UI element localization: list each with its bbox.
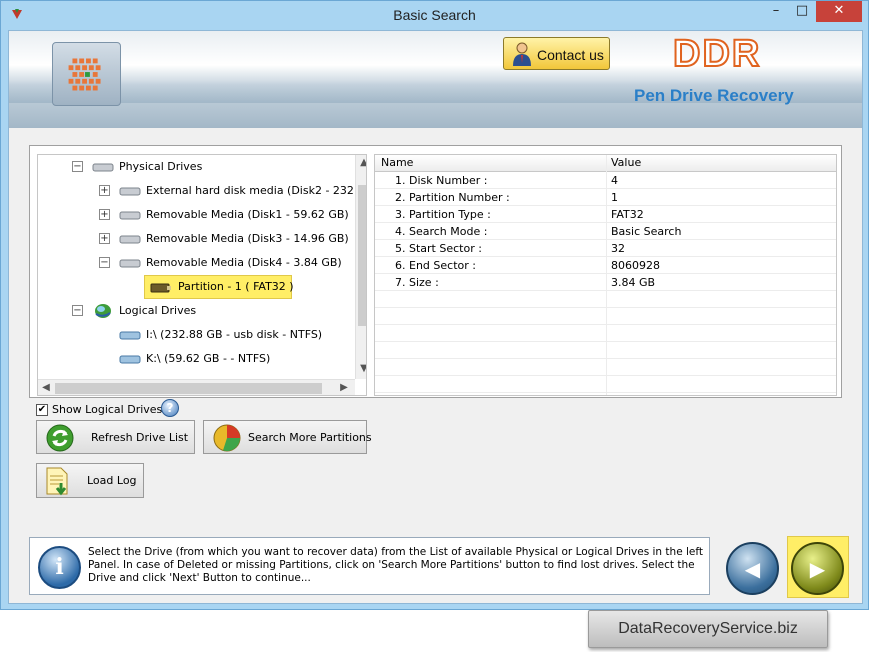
table-row-empty bbox=[375, 291, 836, 308]
search-more-partitions-button[interactable]: Search More Partitions bbox=[203, 420, 372, 454]
table-row: 3. Partition Type : FAT32 bbox=[375, 206, 836, 223]
table-row-empty bbox=[375, 342, 836, 359]
document-load-icon bbox=[46, 467, 68, 496]
client-area: Contact us DDR Pen Drive Recovery − Phys… bbox=[8, 30, 863, 604]
title-bar: Basic Search – □ ✕ bbox=[1, 1, 868, 30]
row-value: 8060928 bbox=[611, 259, 660, 272]
load-log-button[interactable]: Load Log bbox=[36, 463, 144, 498]
minimize-button[interactable]: – bbox=[763, 1, 789, 22]
hard-drive-icon bbox=[119, 235, 141, 244]
next-arrow-icon: ▶ bbox=[809, 557, 826, 581]
table-row: 1. Disk Number : 4 bbox=[375, 172, 836, 189]
row-name: 7. Size : bbox=[395, 276, 439, 289]
collapse-icon[interactable]: − bbox=[72, 305, 83, 316]
refresh-drive-list-button[interactable]: Refresh Drive List bbox=[36, 420, 195, 454]
hard-drive-icon bbox=[119, 259, 141, 268]
refresh-icon bbox=[46, 424, 74, 452]
row-name: 1. Disk Number : bbox=[395, 174, 488, 187]
drive-icon bbox=[119, 331, 141, 340]
website-banner: DataRecoveryService.biz bbox=[588, 610, 828, 648]
row-name: 3. Partition Type : bbox=[395, 208, 491, 221]
grid-logo-icon bbox=[52, 42, 121, 106]
collapse-icon[interactable]: − bbox=[72, 161, 83, 172]
refresh-drive-list-label: Refresh Drive List bbox=[91, 431, 189, 444]
row-name: 4. Search Mode : bbox=[395, 225, 488, 238]
instructions-text: Select the Drive (from which you want to… bbox=[88, 546, 703, 584]
hard-drive-icon bbox=[119, 187, 141, 196]
scroll-thumb[interactable] bbox=[55, 383, 322, 394]
scroll-left-icon[interactable]: ◀ bbox=[38, 382, 54, 393]
app-window: Basic Search – □ ✕ Contact us DDR Pen Dr… bbox=[0, 0, 869, 610]
website-label: DataRecoveryService.biz bbox=[618, 620, 798, 637]
maximize-button[interactable]: □ bbox=[789, 1, 815, 22]
row-value: Basic Search bbox=[611, 225, 682, 238]
collapse-icon[interactable]: − bbox=[99, 257, 110, 268]
drive-icon bbox=[119, 355, 141, 364]
expand-icon[interactable]: + bbox=[99, 209, 110, 220]
hard-drive-icon bbox=[119, 211, 141, 220]
contact-us-button[interactable]: Contact us bbox=[503, 37, 610, 70]
product-name: Pen Drive Recovery bbox=[634, 86, 794, 105]
row-value: 4 bbox=[611, 174, 618, 187]
tree-label: Partition - 1 ( FAT32 ) bbox=[178, 280, 294, 293]
table-row: 2. Partition Number : 1 bbox=[375, 189, 836, 206]
info-icon: i bbox=[38, 546, 81, 589]
tree-label: External hard disk media (Disk2 - 232.88… bbox=[146, 184, 367, 197]
tree-label: Removable Media (Disk3 - 14.96 GB) bbox=[146, 232, 349, 245]
expand-icon[interactable]: + bbox=[99, 233, 110, 244]
table-row: 5. Start Sector : 32 bbox=[375, 240, 836, 257]
row-value: FAT32 bbox=[611, 208, 644, 221]
back-button[interactable]: ◀ bbox=[726, 542, 779, 595]
pie-chart-icon bbox=[213, 424, 241, 452]
header-banner: Contact us DDR Pen Drive Recovery bbox=[9, 31, 862, 128]
tree-label: Logical Drives bbox=[119, 304, 197, 317]
tree-label: K:\ (59.62 GB - - NTFS) bbox=[146, 352, 271, 365]
tree-label: Removable Media (Disk1 - 59.62 GB) bbox=[146, 208, 349, 221]
row-value: 3.84 GB bbox=[611, 276, 656, 289]
back-arrow-icon: ◀ bbox=[744, 557, 761, 581]
row-name: 2. Partition Number : bbox=[395, 191, 510, 204]
contact-us-label: Contact us bbox=[537, 47, 604, 63]
tree-label: I:\ (232.88 GB - usb disk - NTFS) bbox=[146, 328, 323, 341]
instructions-panel: i Select the Drive (from which you want … bbox=[29, 537, 710, 595]
help-icon[interactable]: ? bbox=[161, 399, 179, 417]
column-header-name[interactable]: Name bbox=[381, 155, 413, 172]
tree-vertical-scrollbar[interactable]: ▲ ▼ bbox=[355, 155, 366, 379]
table-row-empty bbox=[375, 359, 836, 376]
close-button[interactable]: ✕ bbox=[816, 1, 862, 22]
scroll-thumb[interactable] bbox=[358, 185, 366, 326]
scroll-right-icon[interactable]: ▶ bbox=[336, 382, 352, 393]
table-row-empty bbox=[375, 325, 836, 342]
person-icon bbox=[513, 42, 531, 66]
row-value: 1 bbox=[611, 191, 618, 204]
expand-icon[interactable]: + bbox=[99, 185, 110, 196]
next-button[interactable]: ▶ bbox=[791, 542, 844, 595]
row-name: 6. End Sector : bbox=[395, 259, 476, 272]
table-row-empty bbox=[375, 308, 836, 325]
usb-drive-icon bbox=[150, 283, 171, 293]
tree-label: Physical Drives bbox=[119, 160, 203, 173]
table-row: 7. Size : 3.84 GB bbox=[375, 274, 836, 291]
tree-horizontal-scrollbar[interactable]: ◀ ▶ bbox=[38, 379, 355, 395]
hard-drive-icon bbox=[92, 163, 114, 172]
drive-tree[interactable]: − Physical Drives + External hard disk m… bbox=[37, 154, 367, 396]
window-title: Basic Search bbox=[393, 7, 476, 23]
search-more-partitions-label: Search More Partitions bbox=[248, 431, 372, 444]
table-row-empty bbox=[375, 376, 836, 393]
column-header-value[interactable]: Value bbox=[611, 155, 641, 172]
show-logical-drives-checkbox[interactable]: ✔ bbox=[36, 404, 48, 416]
scroll-down-icon[interactable]: ▼ bbox=[356, 363, 366, 374]
row-value: 32 bbox=[611, 242, 625, 255]
brand-logo: DDR bbox=[672, 32, 762, 76]
table-row: 6. End Sector : 8060928 bbox=[375, 257, 836, 274]
scroll-up-icon[interactable]: ▲ bbox=[356, 157, 366, 168]
row-name: 5. Start Sector : bbox=[395, 242, 482, 255]
show-logical-drives-label: Show Logical Drives bbox=[52, 403, 163, 416]
tree-label: Removable Media (Disk4 - 3.84 GB) bbox=[146, 256, 342, 269]
logical-drives-icon bbox=[95, 304, 111, 318]
table-row: 4. Search Mode : Basic Search bbox=[375, 223, 836, 240]
drive-details-grid: Name Value 1. Disk Number : 4 2. Partitio… bbox=[374, 154, 837, 396]
load-log-label: Load Log bbox=[87, 474, 137, 487]
